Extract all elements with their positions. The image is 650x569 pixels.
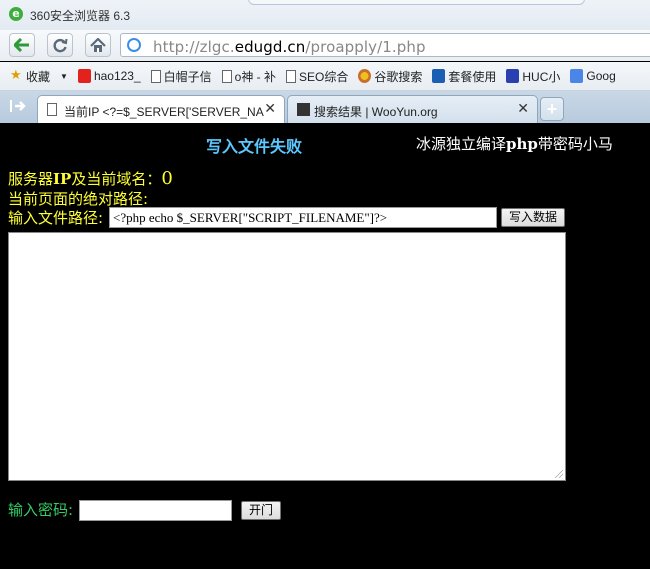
wooyun-icon <box>297 103 310 116</box>
bookmark-baimaozi[interactable]: 白帽子信 <box>150 68 212 85</box>
hao123-icon <box>77 69 91 83</box>
open-door-button[interactable]: 开门 <box>241 501 281 520</box>
address-bar[interactable]: http://zlgc.edugd.cn/proapply/1.php <box>120 33 650 57</box>
close-icon[interactable]: ✕ <box>517 101 529 117</box>
browser-logo-icon: e <box>9 7 23 21</box>
home-button[interactable] <box>85 33 111 57</box>
sidebar-toggle-icon[interactable] <box>9 99 27 113</box>
close-icon[interactable]: ✕ <box>264 101 276 117</box>
bookmark-plan-usage[interactable]: 套餐使用 <box>432 68 496 85</box>
bookmark-huc[interactable]: HUC小 <box>506 68 560 85</box>
bookmark-favorites[interactable]: ★ 收藏 ▼ <box>10 68 68 85</box>
tab-strip: 当前IP <?=$_SERVER['SERVER_NA ✕ 搜索结果 | Woo… <box>0 91 650 123</box>
file-content-textarea[interactable] <box>8 232 566 481</box>
page-icon <box>286 69 297 83</box>
bookmark-google[interactable]: Goog <box>570 69 616 83</box>
absolute-path-label: 当前页面的绝对路径: <box>8 190 149 208</box>
resize-grip-icon[interactable] <box>555 470 563 478</box>
page-icon <box>47 103 57 116</box>
ip-value: 0 <box>161 168 173 189</box>
password-label: 输入密码: <box>8 501 74 519</box>
header-tagline: 冰源独立编译php带密码小马 <box>416 135 613 153</box>
dropdown-arrow-icon[interactable]: ▼ <box>60 72 68 81</box>
bookmark-oshen[interactable]: o神 - 补 <box>221 68 276 85</box>
bookmark-hao123[interactable]: hao123_ <box>77 69 141 83</box>
back-button[interactable] <box>9 33 35 57</box>
page-icon <box>150 69 161 83</box>
bookmark-google-search[interactable]: 谷歌搜索 <box>358 68 422 85</box>
home-icon <box>90 37 106 52</box>
window-title: 360安全浏览器 6.3 <box>30 9 131 23</box>
file-path-input[interactable]: <?php echo $_SERVER["SCRIPT_FILENAME"]?> <box>109 207 497 228</box>
google-g-icon <box>570 69 584 83</box>
refresh-button[interactable] <box>47 33 73 57</box>
window-title-bar: e 360安全浏览器 6.3 <box>0 0 650 30</box>
paw-icon <box>506 69 520 83</box>
site-identity-icon <box>127 38 141 52</box>
file-path-label: 输入文件路径: <box>8 209 104 227</box>
page-icon <box>221 69 232 83</box>
bookmarks-bar: ★ 收藏 ▼ hao123_ 白帽子信 o神 - 补 SEO综合 谷歌搜索 套餐… <box>0 62 650 91</box>
write-data-button[interactable]: 写入数据 <box>501 208 565 227</box>
bookmark-seo[interactable]: SEO综合 <box>286 68 348 85</box>
tab-current-ip[interactable]: 当前IP <?=$_SERVER['SERVER_NA ✕ <box>37 95 285 123</box>
navigation-bar: http://zlgc.edugd.cn/proapply/1.php <box>0 30 650 61</box>
status-title: 写入文件失败 <box>206 137 303 156</box>
arrow-left-icon <box>14 38 29 52</box>
password-input[interactable] <box>79 500 232 521</box>
tab-wooyun-search[interactable]: 搜索结果 | WooYun.org ✕ <box>287 95 538 123</box>
url-text: http://zlgc.edugd.cn/proapply/1.php <box>153 38 426 56</box>
page-content: 写入文件失败 冰源独立编译php带密码小马 服务器IP及当前域名：0 当前页面的… <box>0 123 650 569</box>
telecom-icon <box>432 69 446 83</box>
star-icon: ★ <box>10 68 22 83</box>
google-icon <box>358 69 372 83</box>
server-ip-line: 服务器IP及当前域名：0 <box>8 168 173 189</box>
new-tab-button[interactable]: + <box>540 97 564 121</box>
title-bar-decoration <box>248 0 585 5</box>
refresh-icon <box>53 38 68 53</box>
